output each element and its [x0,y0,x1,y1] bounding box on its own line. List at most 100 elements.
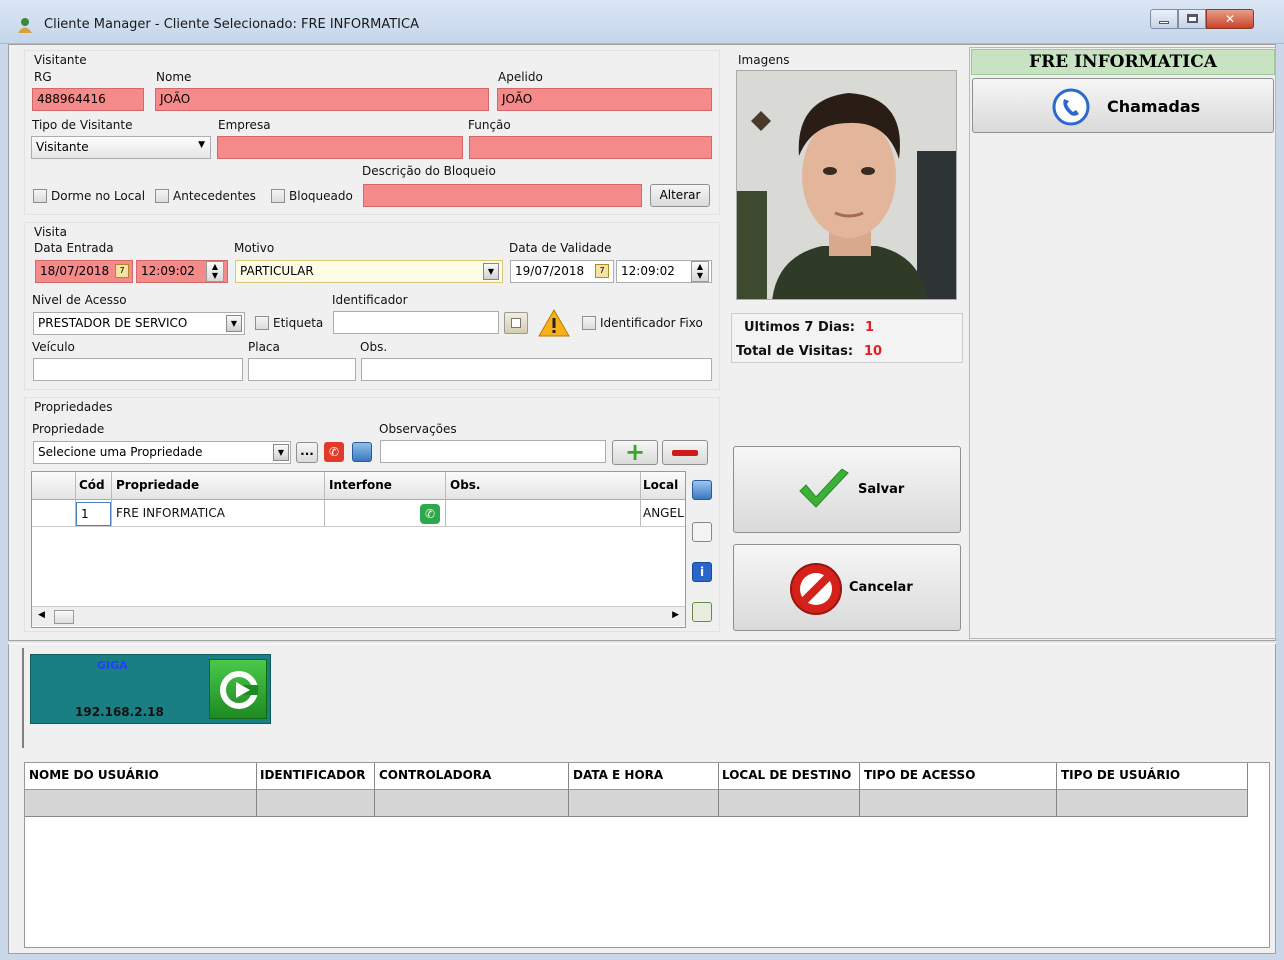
apelido-field[interactable]: JOÃO [497,88,712,111]
maximize-button[interactable] [1178,9,1206,29]
log-col-tipo-usuario[interactable]: TIPO DE USUÁRIO [1061,768,1180,782]
grid-divider [256,763,257,817]
log-col-controladora[interactable]: CONTROLADORA [379,768,491,782]
veiculo-label: Veículo [32,340,75,354]
observacoes-label: Observações [379,422,457,436]
ultimos-count: 1 [865,320,875,335]
checkmark-icon [799,469,849,508]
motivo-select[interactable]: PARTICULAR [235,260,503,283]
validade-data-field[interactable]: 19/07/2018 7 [510,260,614,283]
chevron-down-icon: ▼ [230,319,238,328]
chevron-down-icon: ▼ [487,267,495,276]
dorme-checkbox[interactable] [33,189,47,203]
log-col-usuario[interactable]: NOME DO USUÁRIO [29,768,159,782]
grid-divider [718,763,719,817]
cancelar-label: Cancelar [849,580,913,595]
funcao-field[interactable] [469,136,712,159]
chamadas-button[interactable]: Chamadas [972,78,1274,133]
chevron-down-icon: ▼ [277,448,285,457]
rg-label: RG [34,70,52,84]
log-col-tipo-acesso[interactable]: TIPO DE ACESSO [864,768,975,782]
cancelar-button[interactable]: Cancelar [733,544,961,631]
descricao-bloqueio-field[interactable] [363,184,642,207]
motivo-dropdown-button[interactable]: ▼ [483,263,499,280]
etiqueta-label: Etiqueta [273,316,324,330]
phone-red-icon[interactable]: ✆ [324,442,344,462]
grid-divider [859,763,860,817]
col-propriedade[interactable]: Propriedade [116,478,199,492]
propriedade-dropdown-button[interactable]: ▼ [273,444,289,461]
chamadas-label: Chamadas [1107,97,1201,116]
total-label: Total de Visitas: [736,344,854,359]
scroll-thumb[interactable] [54,610,74,624]
rg-field[interactable]: 488964416 [32,88,144,111]
cell-local: ANGEL [643,506,684,520]
visitor-photo [736,70,957,300]
antecedentes-checkbox[interactable] [155,189,169,203]
cancel-icon [790,563,842,615]
entrada-hora-spinner[interactable]: ▲ ▼ [206,261,224,282]
section-visita: Visita [34,225,67,239]
tipo-visitante-label: Tipo de Visitante [32,118,133,132]
document-icon[interactable] [692,522,712,542]
bloqueado-label: Bloqueado [289,189,353,203]
propriedade-select[interactable]: Selecione uma Propriedade [33,441,291,464]
nivel-acesso-dropdown-button[interactable]: ▼ [226,315,242,332]
empresa-label: Empresa [218,118,271,132]
section-divider [8,640,1276,644]
window-blue-icon[interactable] [352,442,372,462]
device-tile[interactable]: GIGA 192.168.2.18 [30,654,271,724]
salvar-button[interactable]: Salvar [733,446,961,533]
horizontal-scrollbar[interactable]: ◀ ▶ [32,606,685,626]
etiqueta-checkbox[interactable] [255,316,269,330]
log-row[interactable] [25,790,1247,817]
identificador-fixo-checkbox[interactable] [582,316,596,330]
calendar-icon[interactable]: 7 [595,264,609,278]
tipo-visitante-value: Visitante [36,140,89,154]
col-local[interactable]: Local [643,478,678,492]
notes-icon[interactable] [692,602,712,622]
calendar-icon[interactable]: 7 [115,264,129,278]
window-icon[interactable] [692,480,712,500]
nivel-acesso-select[interactable]: PRESTADOR DE SERVICO [33,312,245,335]
ultimos-label: Ultimos 7 Dias: [744,320,855,335]
identificador-label: Identificador [332,293,408,307]
empresa-field[interactable] [217,136,463,159]
grid-divider [1056,763,1057,817]
obs-field[interactable] [361,358,712,381]
descricao-bloqueio-label: Descrição do Bloqueio [362,164,496,178]
info-icon[interactable]: i [692,562,712,582]
scroll-left-icon[interactable]: ◀ [38,610,45,620]
card-reader-icon[interactable] [504,312,528,334]
alterar-button[interactable]: Alterar [650,184,710,207]
right-column [969,47,1276,639]
close-button[interactable]: ✕ [1206,9,1254,29]
identificador-field[interactable] [333,311,499,334]
minimize-button[interactable] [1150,9,1178,29]
entrada-data-field[interactable]: 18/07/2018 7 [35,260,133,283]
add-property-button[interactable]: + [612,440,658,465]
dorme-label: Dorme no Local [51,189,146,203]
col-cod[interactable]: Cód [79,478,105,492]
entrada-data-value: 18/07/2018 [40,264,110,278]
log-col-identificador[interactable]: IDENTIFICADOR [260,768,365,782]
observacoes-field[interactable] [380,440,606,463]
log-col-data-hora[interactable]: DATA E HORA [573,768,663,782]
more-button[interactable]: ... [296,442,318,463]
nome-field[interactable]: JOÃO [155,88,489,111]
placa-field[interactable] [248,358,356,381]
entrada-hora-value: 12:09:02 [141,264,195,278]
bloqueado-checkbox[interactable] [271,189,285,203]
interfone-call-icon[interactable]: ✆ [420,504,440,524]
remove-property-button[interactable] [662,440,708,465]
col-interfone[interactable]: Interfone [329,478,392,492]
cell-cod[interactable]: 1 [76,502,111,526]
col-obs[interactable]: Obs. [450,478,481,492]
validade-hora-spinner[interactable]: ▲ ▼ [691,261,709,282]
tipo-visitante-select[interactable]: Visitante ▼ [31,136,211,159]
scroll-right-icon[interactable]: ▶ [672,610,679,620]
device-connect-icon[interactable] [209,659,267,719]
motivo-value: PARTICULAR [240,264,314,278]
log-col-local-destino[interactable]: LOCAL DE DESTINO [722,768,851,782]
veiculo-field[interactable] [33,358,243,381]
